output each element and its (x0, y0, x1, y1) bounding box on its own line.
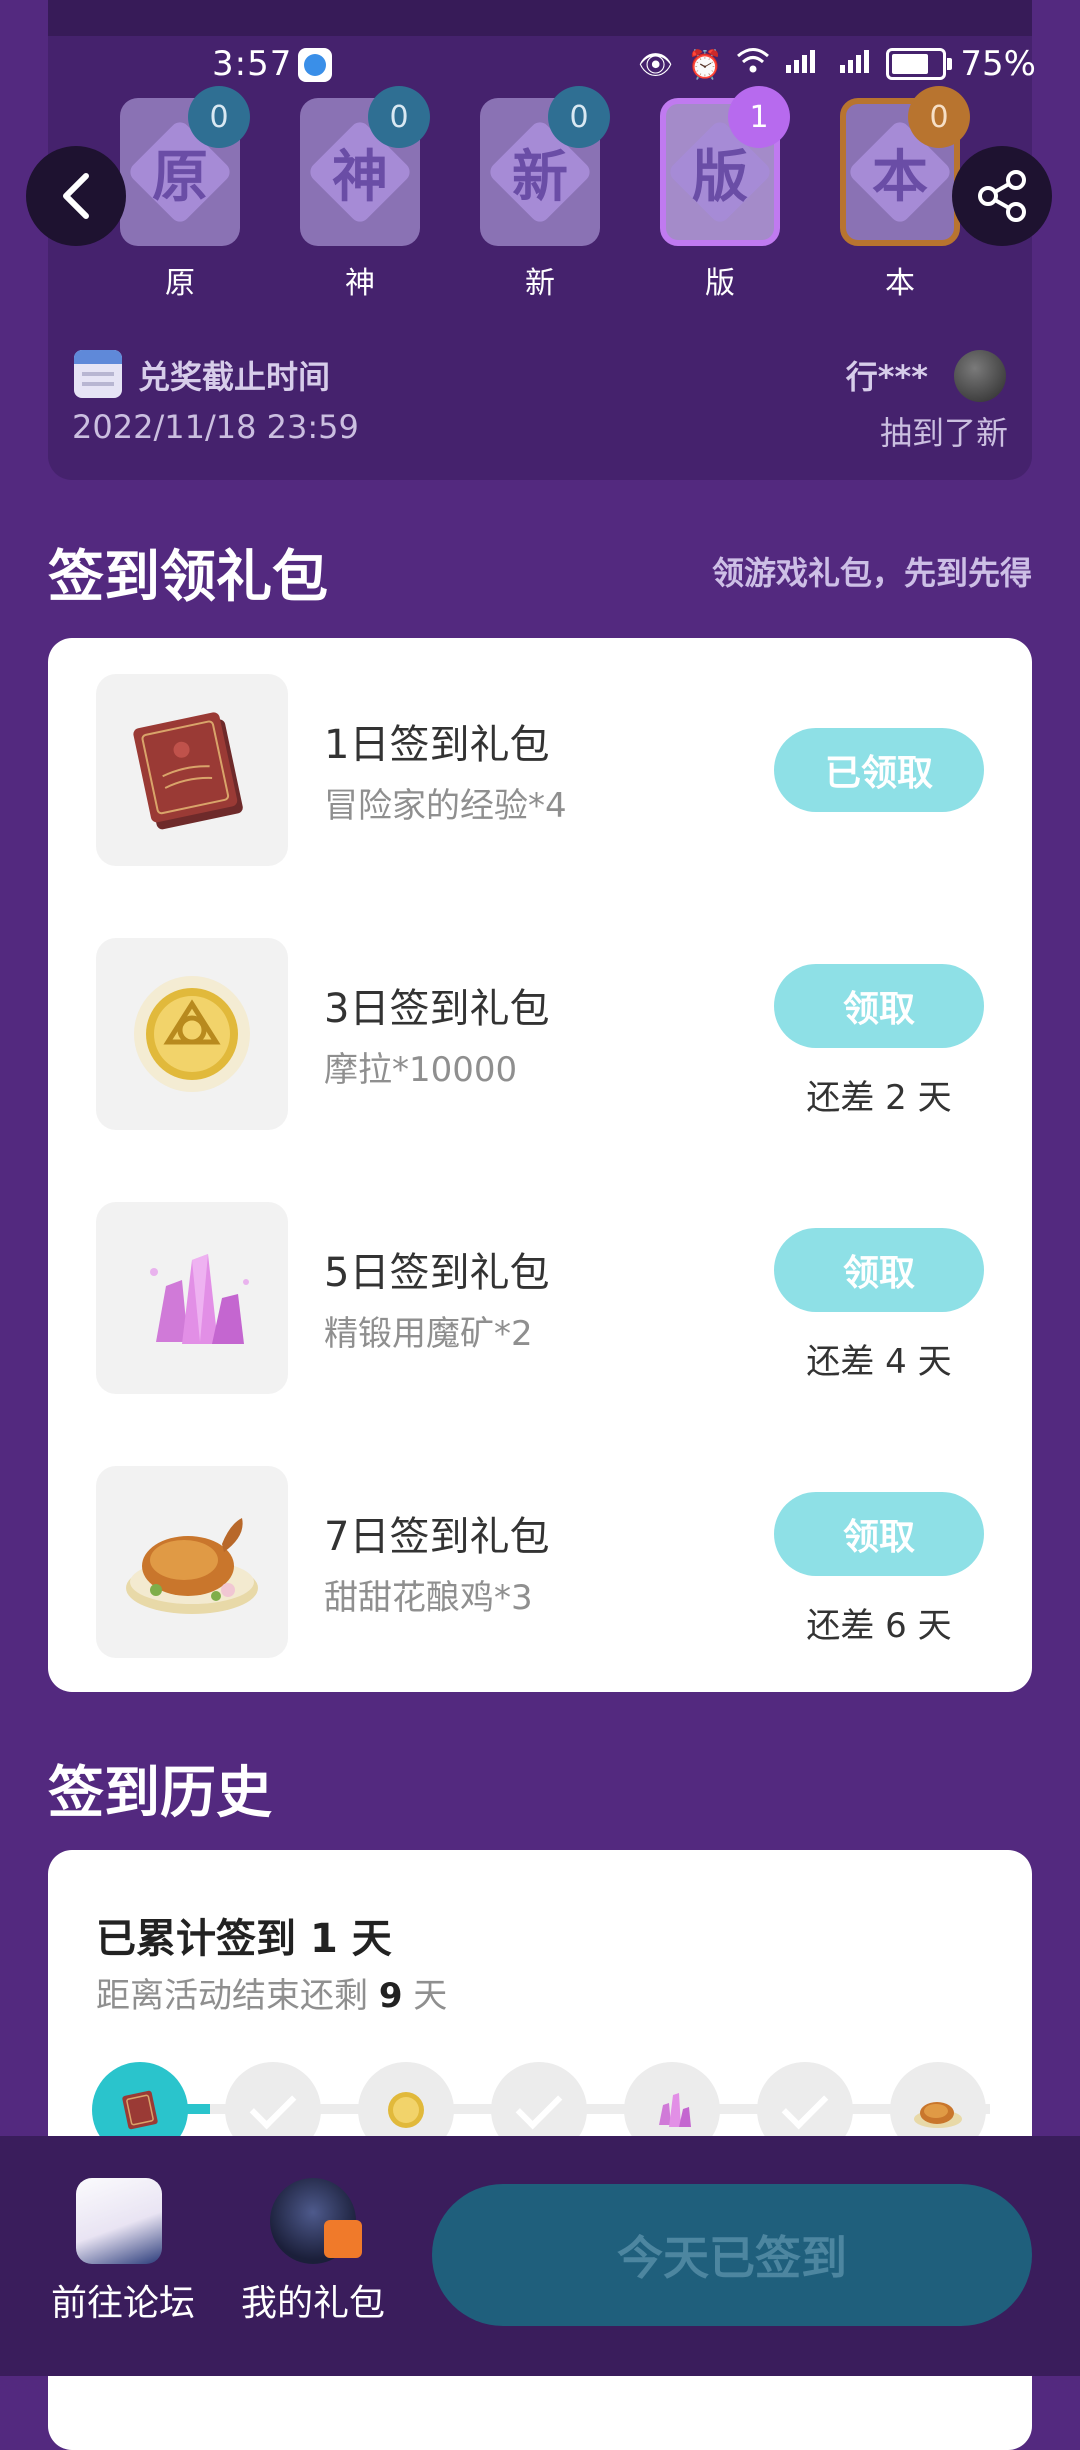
deadline-label: 兑奖截止时间 (138, 358, 331, 396)
crystal-icon (659, 2093, 691, 2127)
signal-icon (784, 47, 824, 82)
check-icon (249, 2082, 297, 2130)
check-icon (515, 2082, 563, 2130)
winner-text: 抽到了新 (879, 414, 1008, 452)
check-icon (781, 2082, 829, 2130)
winner-avatar (954, 350, 1006, 402)
calendar-icon (74, 350, 122, 398)
gift-days-remaining: 还差 6 天 (806, 1606, 952, 1646)
card-count-badge: 0 (908, 86, 970, 148)
history-total-suffix: 天 (337, 1916, 392, 1962)
gift-description: 冒险家的经验*4 (324, 786, 567, 826)
back-button[interactable] (26, 146, 126, 246)
history-total-prefix: 已累计签到 (96, 1916, 310, 1962)
card-count-badge: 0 (368, 86, 430, 148)
gift-title: 3日签到礼包 (324, 986, 550, 1032)
history-total-days: 1 (309, 1916, 338, 1962)
forum-avatar-icon (76, 2178, 162, 2264)
status-icons: 👁 ⏰ 75% (638, 44, 1036, 84)
gift-days-remaining: 还差 4 天 (806, 1342, 952, 1382)
history-days-left: 距离活动结束还剩 9 天 (96, 1968, 447, 2017)
history-section-title: 签到历史 (48, 1761, 272, 1826)
app-notification-icon (298, 48, 332, 82)
status-bar: 3:57 👁 ⏰ 75% (0, 40, 1080, 96)
share-button[interactable] (952, 146, 1052, 246)
chevron-left-icon (63, 173, 89, 219)
book-icon (133, 712, 243, 830)
eye-icon: 👁 (638, 47, 674, 81)
gift-box-icon (324, 2220, 362, 2258)
gift-claim-button[interactable]: 领取 (774, 1228, 984, 1312)
history-left-prefix: 距离活动结束还剩 (96, 1976, 379, 2016)
card-label: 原 (165, 266, 195, 301)
battery-level: 75% (960, 44, 1036, 84)
prize-card-top-strip (48, 0, 1032, 36)
card-label: 神 (345, 266, 375, 301)
chicken-icon (914, 2102, 962, 2128)
gift-description: 甜甜花酿鸡*3 (324, 1578, 533, 1618)
gift-claim-button[interactable]: 领取 (774, 964, 984, 1048)
status-time: 3:57 (212, 44, 293, 84)
deadline-date: 2022/11/18 23:59 (72, 408, 359, 446)
signed-today-button[interactable]: 今天已签到 (432, 2184, 1032, 2326)
gift-description: 精锻用魔矿*2 (324, 1314, 533, 1354)
card-count-badge: 1 (728, 86, 790, 148)
crystal-icon (150, 1254, 249, 1344)
card-label: 本 (885, 266, 915, 301)
signin-section-title: 签到领礼包 (48, 545, 328, 610)
share-icon (978, 170, 1026, 222)
history-left-suffix: 天 (402, 1976, 448, 2016)
coin-icon (134, 976, 250, 1092)
battery-icon (886, 48, 953, 80)
forum-label: 前往论坛 (50, 2283, 195, 2324)
card-label: 新 (525, 266, 555, 301)
book-icon (122, 2090, 158, 2130)
signal-icon-2 (838, 47, 872, 82)
coin-icon (388, 2092, 424, 2128)
gift-title: 7日签到礼包 (324, 1514, 550, 1560)
alarm-icon: ⏰ (687, 47, 723, 81)
signin-section-subtitle: 领游戏礼包，先到先得 (711, 554, 1032, 592)
gift-image (96, 938, 288, 1130)
wifi-icon (736, 47, 770, 82)
gift-image (96, 1202, 288, 1394)
gift-image (96, 1466, 288, 1658)
gift-title: 5日签到礼包 (324, 1250, 550, 1296)
gift-description: 摩拉*10000 (324, 1050, 518, 1090)
gift-title: 1日签到礼包 (324, 722, 550, 768)
gift-image (96, 674, 288, 866)
card-count-badge: 0 (548, 86, 610, 148)
gift-claimed-button[interactable]: 已领取 (774, 728, 984, 812)
gift-claim-button[interactable]: 领取 (774, 1492, 984, 1576)
my-gifts-label: 我的礼包 (240, 2283, 385, 2324)
winner-name: 行*** (845, 358, 928, 396)
history-left-days: 9 (378, 1976, 403, 2016)
card-count-badge: 0 (188, 86, 250, 148)
gift-days-remaining: 还差 2 天 (806, 1078, 952, 1118)
chicken-icon (126, 1518, 258, 1614)
history-total: 已累计签到 1 天 (96, 1906, 392, 1964)
forum-entry[interactable]: 前往论坛 (48, 2178, 198, 2328)
card-label: 版 (705, 266, 735, 301)
my-gifts-entry[interactable]: 我的礼包 (238, 2178, 388, 2328)
